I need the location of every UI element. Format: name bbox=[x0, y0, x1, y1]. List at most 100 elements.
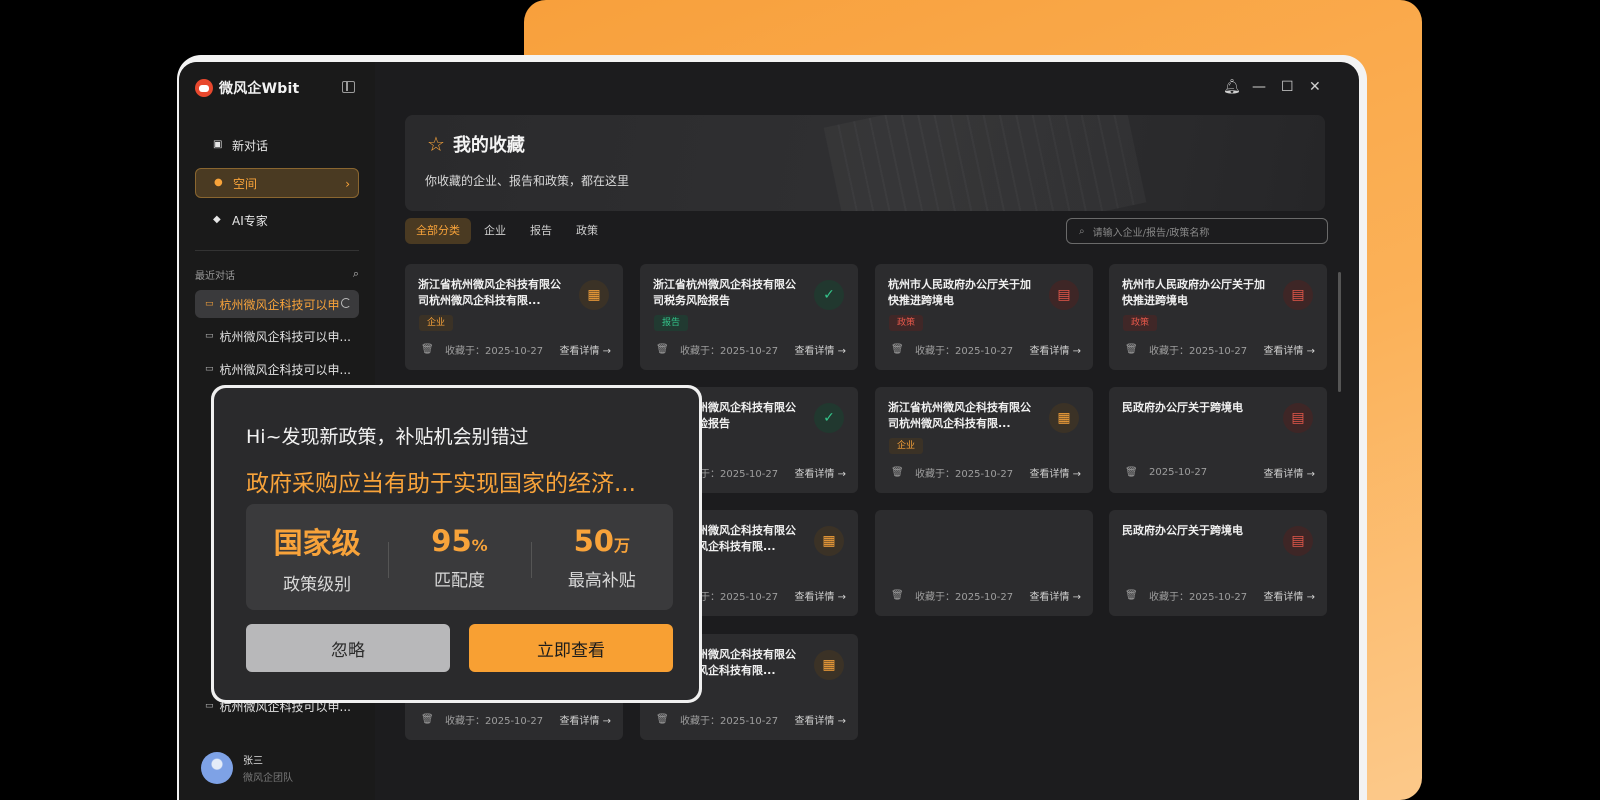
ignore-button[interactable]: 忽略 bbox=[246, 624, 450, 672]
view-detail-link[interactable]: 查看详情 → bbox=[1263, 465, 1315, 480]
nav-new-chat[interactable]: ▣ 新对话 bbox=[195, 130, 359, 160]
minimize-icon[interactable]: — bbox=[1252, 79, 1266, 95]
stat-value: 95% bbox=[431, 523, 488, 558]
favorite-card[interactable]: 杭州市人民政府办公厅关于加快推进跨境电 ▤ 政策 🗑︎ 收藏于：2025-10-27 查看… bbox=[875, 264, 1093, 370]
card-footer: 🗑︎2025-10-27 查看详情 → bbox=[1125, 465, 1315, 480]
chevron-right-icon: › bbox=[345, 177, 350, 191]
message-icon: ▭ bbox=[205, 299, 214, 309]
trash-icon[interactable]: 🗑︎ bbox=[1125, 467, 1149, 478]
stat-label: 最高补贴 bbox=[567, 570, 636, 591]
view-detail-link[interactable]: 查看详情 → bbox=[794, 465, 846, 480]
nav-label: AI专家 bbox=[232, 213, 268, 228]
favorited-date: 2025-10-27 bbox=[1149, 467, 1208, 478]
favorited-date: 收藏于：2025-10-27 bbox=[680, 346, 779, 357]
popup-headline[interactable]: 政府采购应当有助于实现国家的经济... bbox=[246, 464, 636, 498]
favorited-date: 收藏于：2025-10-27 bbox=[680, 716, 779, 727]
card-footer: 🗑︎收藏于：2025-10-27 查看详情 → bbox=[421, 712, 611, 727]
card-footer: 🗑︎收藏于：2025-10-27 查看详情 → bbox=[1125, 342, 1315, 357]
tab-report[interactable]: 报告 bbox=[519, 218, 563, 244]
card-title: 民政府办公厅关于跨境电 bbox=[1122, 524, 1243, 537]
view-now-button[interactable]: 立即查看 bbox=[469, 624, 673, 672]
conversation-item[interactable]: ▭ 杭州微风企科技可以申 bbox=[195, 290, 359, 318]
nav-space[interactable]: ● 空间 › bbox=[195, 168, 359, 198]
page-subtitle: 你收藏的企业、报告和政策，都在这里 bbox=[425, 174, 630, 188]
view-detail-link[interactable]: 查看详情 → bbox=[1029, 588, 1081, 603]
card-footer: 🗑︎收藏于：2025-10-27 查看详情 → bbox=[1125, 588, 1315, 603]
view-detail-link[interactable]: 查看详情 → bbox=[794, 342, 846, 357]
app-name: 微风企Wbit bbox=[219, 81, 300, 97]
scrollbar[interactable] bbox=[1338, 272, 1341, 392]
graduation-cap-icon: ◆ bbox=[213, 214, 221, 225]
view-detail-link[interactable]: 查看详情 → bbox=[559, 342, 611, 357]
favorited-date: 收藏于：2025-10-27 bbox=[915, 592, 1014, 603]
nav-label: 空间 bbox=[233, 176, 258, 191]
stage: 微风企Wbit ▣ 新对话 ● 空间 › ◆ AI专家 最近对话 ⌕ ▭ 杭州微… bbox=[0, 0, 1600, 800]
building-icon: ▦ bbox=[579, 280, 609, 310]
trash-icon[interactable]: 🗑︎ bbox=[656, 344, 680, 355]
conversation-title: 杭州微风企科技可以申... bbox=[219, 329, 351, 344]
conversation-title: 杭州微风企科技可以申 bbox=[219, 297, 340, 312]
user-profile[interactable]: 张三 微风企团队 bbox=[201, 752, 293, 784]
card-footer: 🗑︎收藏于：2025-10-27 查看详情 → bbox=[891, 465, 1081, 480]
star-icon: ☆ bbox=[427, 132, 445, 156]
trash-icon[interactable]: 🗑︎ bbox=[656, 714, 680, 725]
card-footer: 🗑︎收藏于：2025-10-27 查看详情 → bbox=[656, 342, 846, 357]
favorite-card[interactable]: 🗑︎ 收藏于：2025-10-27 查看详情 → bbox=[875, 510, 1093, 616]
logo-icon bbox=[195, 79, 213, 97]
trash-icon[interactable]: 🗑︎ bbox=[891, 344, 915, 355]
tab-enterprise[interactable]: 企业 bbox=[473, 218, 517, 244]
view-detail-link[interactable]: 查看详情 → bbox=[1263, 342, 1315, 357]
loading-icon bbox=[341, 298, 351, 308]
trash-icon[interactable]: 🗑︎ bbox=[1125, 344, 1149, 355]
avatar bbox=[201, 752, 233, 784]
user-team: 微风企团队 bbox=[243, 773, 293, 784]
search-input[interactable]: ⌕ 请输入企业/报告/政策名称 bbox=[1066, 218, 1328, 244]
conversation-item[interactable]: ▭ 杭州微风企科技可以申... bbox=[195, 355, 359, 383]
view-detail-link[interactable]: 查看详情 → bbox=[559, 712, 611, 727]
favorited-date: 收藏于：2025-10-27 bbox=[445, 716, 544, 727]
favorites-hero: ☆ 我的收藏 你收藏的企业、报告和政策，都在这里 bbox=[405, 115, 1325, 211]
recent-title: 最近对话 bbox=[195, 271, 235, 282]
favorite-card[interactable]: 杭州市人民政府办公厅关于加快推进跨境电 ▤ 政策 🗑︎ 收藏于：2025-10-27 查看… bbox=[1109, 264, 1327, 370]
tab-all[interactable]: 全部分类 bbox=[405, 218, 471, 244]
trash-icon[interactable]: 🗑︎ bbox=[1125, 590, 1149, 601]
card-tag: 企业 bbox=[889, 438, 924, 454]
app-logo[interactable]: 微风企Wbit bbox=[195, 78, 299, 98]
building-icon: ▦ bbox=[814, 526, 844, 556]
favorite-card[interactable]: 民政府办公厅关于跨境电 ▤ 🗑︎ 收藏于：2025-10-27 查看详情 → bbox=[1109, 510, 1327, 616]
close-icon[interactable]: ✕ bbox=[1309, 79, 1321, 95]
favorite-card[interactable]: 民政府办公厅关于跨境电 ▤ 🗑︎2025-10-27 查看详情 → bbox=[1109, 387, 1327, 493]
trash-icon[interactable]: 🗑︎ bbox=[421, 714, 445, 725]
clipboard-check-icon: ✓ bbox=[814, 403, 844, 433]
view-detail-link[interactable]: 查看详情 → bbox=[1263, 588, 1315, 603]
stat-label: 匹配度 bbox=[433, 570, 485, 591]
sidebar-collapse-icon[interactable] bbox=[342, 81, 355, 93]
tab-policy[interactable]: 政策 bbox=[565, 218, 609, 244]
card-title: 杭州市人民政府办公厅关于加快推进跨境电 bbox=[1122, 278, 1265, 307]
bell-icon[interactable]: 🔔︎ bbox=[1223, 79, 1241, 95]
stat-policy-level: 国家级 政策级别 bbox=[246, 520, 388, 595]
maximize-icon[interactable]: ☐ bbox=[1281, 79, 1294, 95]
trash-icon[interactable]: 🗑︎ bbox=[891, 590, 915, 601]
favorite-card[interactable]: 浙江省杭州微风企科技有限公司杭州微风企科技有限... ▦ 企业 🗑︎收藏于：2025-… bbox=[875, 387, 1093, 493]
policy-book-icon: ▤ bbox=[1283, 526, 1313, 556]
clipboard-check-icon: ✓ bbox=[814, 280, 844, 310]
card-tag: 政策 bbox=[889, 315, 924, 331]
favorited-date: 收藏于：2025-10-27 bbox=[1149, 592, 1248, 603]
trash-icon[interactable]: 🗑︎ bbox=[421, 344, 445, 355]
view-detail-link[interactable]: 查看详情 → bbox=[794, 588, 846, 603]
favorite-card[interactable]: 浙江省杭州微风企科技有限公司税务风险报告 ✓ 报告 🗑︎收藏于：2025-10-27 查… bbox=[640, 264, 858, 370]
view-detail-link[interactable]: 查看详情 → bbox=[1029, 342, 1081, 357]
policy-popup: Hi~发现新政策，补贴机会别错过 政府采购应当有助于实现国家的经济... 国家级… bbox=[211, 385, 702, 703]
view-detail-link[interactable]: 查看详情 → bbox=[1029, 465, 1081, 480]
view-detail-link[interactable]: 查看详情 → bbox=[794, 712, 846, 727]
card-footer: 🗑︎收藏于：2025-10-27 查看详情 → bbox=[656, 712, 846, 727]
nav-ai-expert[interactable]: ◆ AI专家 bbox=[195, 205, 359, 235]
stat-value: 50万 bbox=[573, 523, 630, 558]
favorite-card[interactable]: 浙江省杭州微风企科技有限公司杭州微风企科技有限... ▦ 企业 🗑︎收藏于：2025-… bbox=[405, 264, 623, 370]
search-icon[interactable]: ⌕ bbox=[353, 267, 359, 281]
conversation-item[interactable]: ▭ 杭州微风企科技可以申... bbox=[195, 322, 359, 350]
policy-book-icon: ▤ bbox=[1283, 280, 1313, 310]
stat-label: 政策级别 bbox=[283, 574, 352, 595]
trash-icon[interactable]: 🗑︎ bbox=[891, 467, 915, 478]
